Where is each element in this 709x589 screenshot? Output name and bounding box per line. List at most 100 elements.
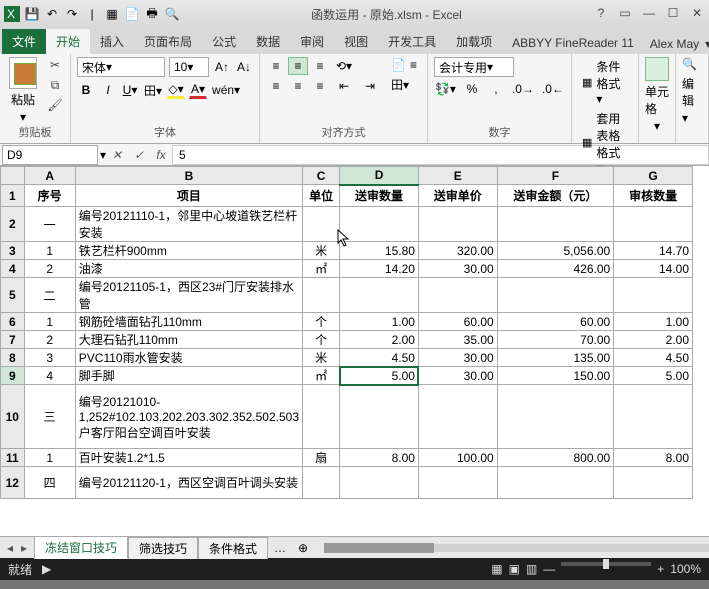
cancel-icon[interactable]: ✕ [106,148,128,162]
paste-button[interactable]: 粘贴▾ [6,57,40,124]
zoom-level[interactable]: 100% [670,562,701,576]
row-5[interactable]: 5 [1,278,25,313]
[interactable] [340,385,419,449]
open-icon[interactable]: 📄 [124,6,140,22]
row-4[interactable]: 4 [1,260,25,278]
ribbon-options-icon[interactable]: ▭ [617,6,633,22]
format-painter-icon[interactable]: 🖌 [46,97,64,113]
sheet-more-icon[interactable]: … [268,541,292,555]
select-all[interactable] [1,167,25,185]
phonetic-button[interactable]: wén▾ [211,81,241,99]
abbyy-tab[interactable]: ABBYY FineReader 11 [502,32,644,54]
row-3[interactable]: 3 [1,242,25,260]
data-tab[interactable]: 数据 [246,29,290,54]
col-D[interactable]: D [340,167,419,185]
orientation-icon[interactable]: ⟲▾ [332,57,356,75]
sheet-nav-first-icon[interactable]: ◂ [4,541,16,555]
col-G[interactable]: G [614,167,693,185]
indent-inc-icon[interactable]: ⇥ [358,77,382,95]
percent-icon[interactable]: % [463,80,481,98]
file-tab[interactable]: 文件 [2,29,46,54]
name-box[interactable]: D9 [2,145,98,165]
row-6[interactable]: 6 [1,313,25,331]
shrink-font-icon[interactable]: A↓ [235,58,253,76]
save-icon[interactable]: 💾 [24,6,40,22]
align-left-icon[interactable]: ≡ [266,77,286,95]
cells-label[interactable]: 单元格 [645,83,669,117]
row-8[interactable]: 8 [1,349,25,367]
underline-button[interactable]: U▾ [121,81,139,99]
align-middle-icon[interactable]: ≡ [288,57,308,75]
align-top-icon[interactable]: ≡ [266,57,286,75]
chevron-down-icon[interactable]: ▾ [20,110,26,124]
sheet-tab-3[interactable]: 条件格式 [198,537,268,559]
align-center-icon[interactable]: ≡ [288,77,308,95]
sheet-tab-1[interactable]: 冻结窗口技巧 [34,536,128,559]
user-dd-icon[interactable]: ▾ [705,37,709,51]
row-11[interactable]: 11 [1,449,25,467]
fx-icon[interactable]: fx [150,148,172,162]
user-name[interactable]: Alex May [650,37,699,51]
increase-decimal-icon[interactable]: .0→ [511,80,535,98]
chevron-down-icon[interactable]: ▾ [682,111,702,125]
sheet-tab-2[interactable]: 筛选技巧 [128,537,198,559]
preview-icon[interactable]: 🔍 [164,6,180,22]
row-12[interactable]: 12 [1,467,25,499]
sheet-add-icon[interactable]: ⊕ [292,541,314,555]
maximize-icon[interactable]: ☐ [665,6,681,22]
[interactable] [340,278,419,313]
new-icon[interactable]: ▦ [104,6,120,22]
redo-icon[interactable]: ↷ [64,6,80,22]
font-size-combo[interactable]: 10 ▾ [169,57,209,77]
enter-icon[interactable]: ✓ [128,148,150,162]
bold-button[interactable]: B [77,81,95,99]
col-B[interactable]: B [75,167,302,185]
col-A[interactable]: A [24,167,75,185]
macro-icon[interactable]: ▶ [42,562,51,576]
[interactable]: 1.00 [340,313,419,331]
undo-icon[interactable]: ↶ [44,6,60,22]
[interactable] [340,467,419,499]
col-C[interactable]: C [303,167,340,185]
formulas-tab[interactable]: 公式 [202,29,246,54]
row-7[interactable]: 7 [1,331,25,349]
[interactable]: 15.80 [340,242,419,260]
zoom-in-icon[interactable]: + [657,562,664,576]
col-F[interactable]: F [497,167,614,185]
cut-icon[interactable]: ✂ [46,57,64,73]
active-cell[interactable]: 5.00 [340,367,419,385]
worksheet-grid[interactable]: A B C D E F G 1 序号 项目 单位 送审数量 送审单价 送审金额（… [0,166,693,499]
font-color-button[interactable]: A▾ [189,81,207,99]
layout-tab[interactable]: 页面布局 [134,29,202,54]
zoom-out-icon[interactable]: — [543,562,555,576]
row-2[interactable]: 2 [1,207,25,242]
[interactable]: 4.50 [340,349,419,367]
addins-tab[interactable]: 加载项 [446,29,502,54]
fill-color-button[interactable]: ◇▾ [167,81,185,99]
[interactable]: 2.00 [340,331,419,349]
accounting-format-icon[interactable]: 💱▾ [434,80,457,98]
review-tab[interactable]: 审阅 [290,29,334,54]
insert-tab[interactable]: 插入 [90,29,134,54]
find-icon[interactable]: 🔍 [682,57,702,73]
row-1[interactable]: 1 [1,185,25,207]
horizontal-scrollbar[interactable] [324,541,709,555]
sheet-nav-last-icon[interactable]: ▸ [18,541,30,555]
pagelayout-view-icon[interactable]: ▣ [509,562,520,576]
col-E[interactable]: E [418,167,497,185]
zoom-slider[interactable] [561,562,651,566]
minimize-icon[interactable]: — [641,6,657,22]
chevron-down-icon[interactable]: ▾ [654,119,660,133]
dev-tab[interactable]: 开发工具 [378,29,446,54]
italic-button[interactable]: I [99,81,117,99]
view-tab[interactable]: 视图 [334,29,378,54]
row-9[interactable]: 9 [1,367,25,385]
[interactable]: 14.20 [340,260,419,278]
decrease-decimal-icon[interactable]: .0← [541,80,565,98]
align-right-icon[interactable]: ≡ [310,77,330,95]
comma-style-icon[interactable]: , [487,80,505,98]
indent-dec-icon[interactable]: ⇤ [332,77,356,95]
normal-view-icon[interactable]: ▦ [491,562,502,576]
font-name-combo[interactable]: 宋体 ▾ [77,57,165,77]
home-tab[interactable]: 开始 [46,29,90,54]
